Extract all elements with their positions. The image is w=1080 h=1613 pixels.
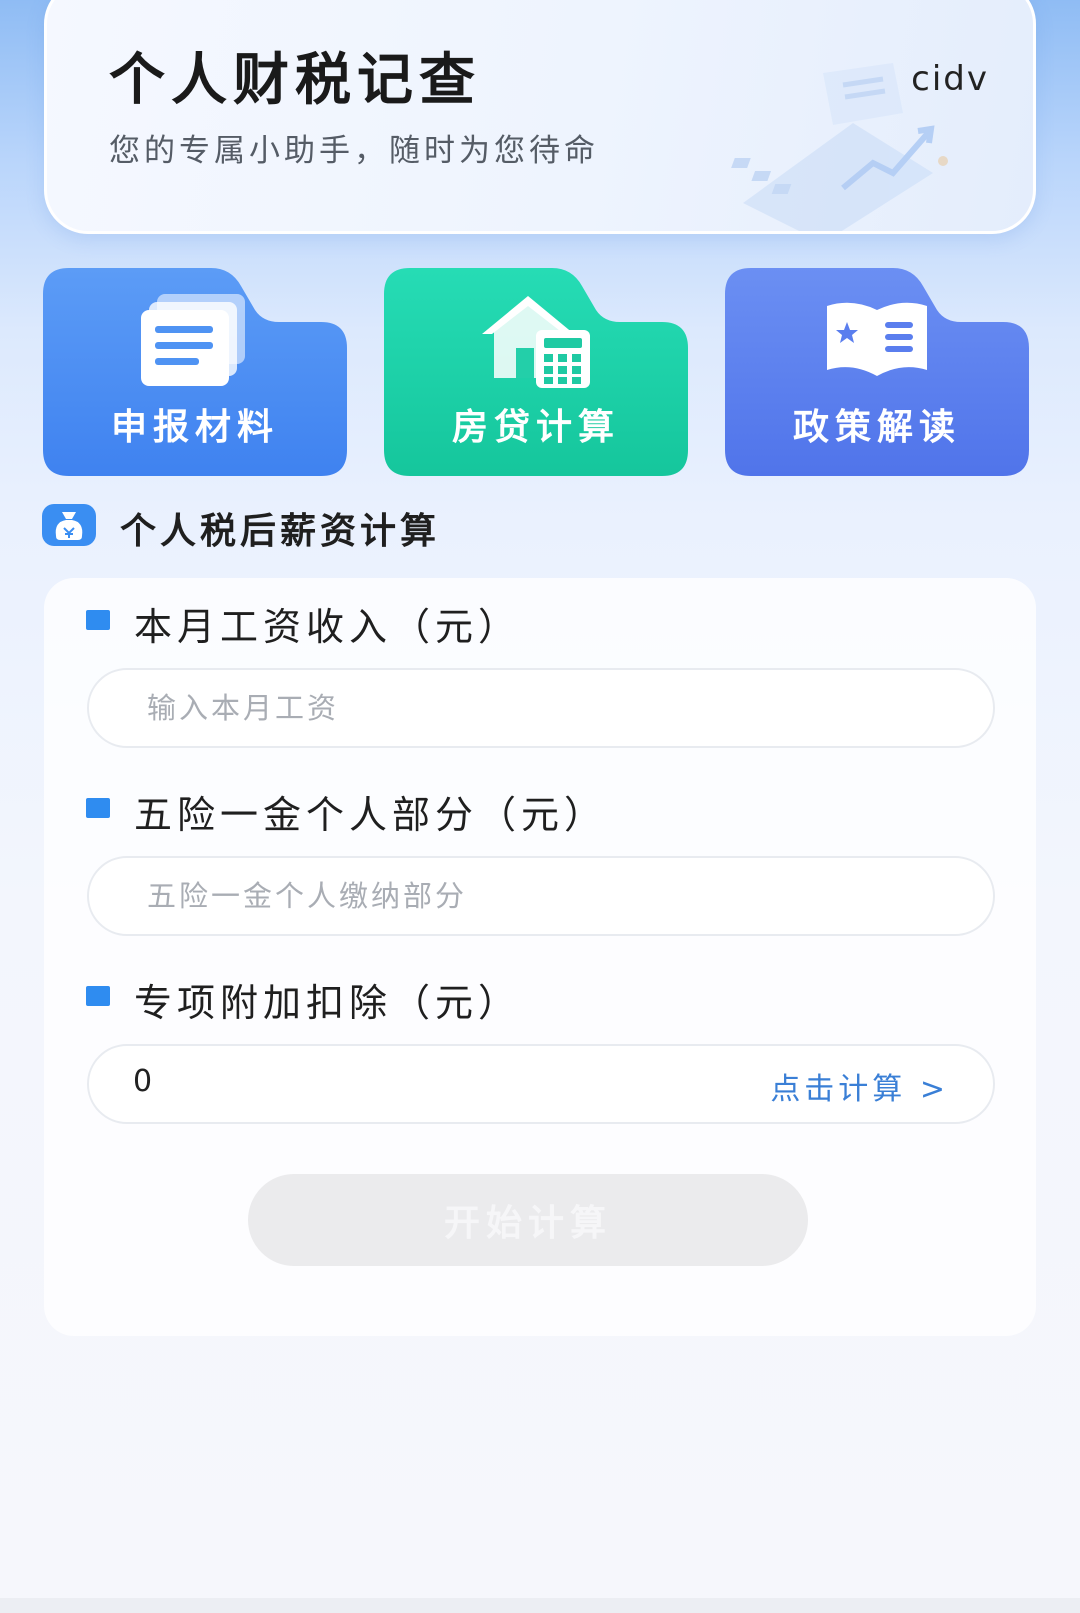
insurance-input-box[interactable]	[87, 856, 995, 936]
deduction-label-text: 专项附加扣除（元）	[134, 981, 522, 1025]
salary-input-box[interactable]	[87, 668, 995, 748]
app-title: 个人财税记查	[109, 48, 481, 113]
insurance-label-text: 五险一金个人部分（元）	[134, 793, 608, 837]
tile-label: 申报材料	[110, 407, 279, 448]
deduction-value: 0	[133, 1064, 153, 1099]
insurance-input[interactable]	[147, 858, 847, 934]
bottom-strip	[0, 1598, 1080, 1613]
salary-form-card: 本月工资收入（元） 五险一金个人部分（元） 专项附加扣除（元） 0 点击计算 >…	[44, 578, 1036, 1336]
house-calculator-icon	[482, 296, 590, 388]
deduction-input-box[interactable]: 0 点击计算 >	[87, 1044, 995, 1124]
calculate-deduction-link[interactable]: 点击计算 >	[770, 1064, 949, 1108]
tile-declaration-materials[interactable]: 申报材料	[43, 268, 347, 476]
tile-policy-interpretation[interactable]: 政策解读	[725, 268, 1029, 476]
header-card: 个人财税记查 您的专属小助手，随时为您待命 cidv	[44, 0, 1036, 234]
label-marker	[86, 610, 110, 630]
salary-label-text: 本月工资收入（元）	[134, 605, 522, 649]
app-subtitle: 您的专属小助手，随时为您待命	[109, 133, 599, 169]
tile-label: 房贷计算	[451, 407, 620, 448]
start-calculation-button[interactable]: 开始计算	[248, 1174, 808, 1266]
tile-label: 政策解读	[792, 407, 961, 448]
money-bag-icon	[42, 504, 96, 546]
salary-input[interactable]	[147, 670, 847, 746]
stacked-documents-icon	[141, 294, 245, 386]
tile-mortgage-calculator[interactable]: 房贷计算	[384, 268, 688, 476]
section-title: 个人税后薪资计算	[120, 511, 441, 552]
open-book-star-icon	[827, 302, 927, 376]
label-marker	[86, 986, 110, 1006]
label-marker	[86, 798, 110, 818]
chart-document-illustration-icon	[731, 63, 948, 231]
